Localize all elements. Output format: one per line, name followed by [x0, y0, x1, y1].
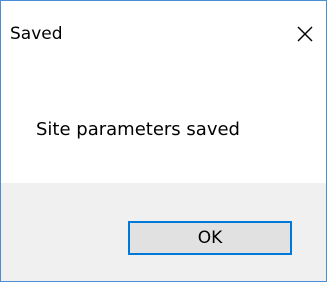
message-dialog: Saved Site parameters saved OK: [0, 0, 327, 282]
dialog-footer: OK: [1, 183, 326, 281]
close-icon: [297, 26, 313, 42]
message-text: Site parameters saved: [36, 119, 240, 140]
dialog-content: Site parameters saved: [1, 63, 326, 183]
close-button[interactable]: [288, 17, 322, 51]
title-bar[interactable]: Saved: [1, 1, 326, 63]
ok-button[interactable]: OK: [128, 221, 292, 255]
dialog-title: Saved: [10, 24, 63, 44]
